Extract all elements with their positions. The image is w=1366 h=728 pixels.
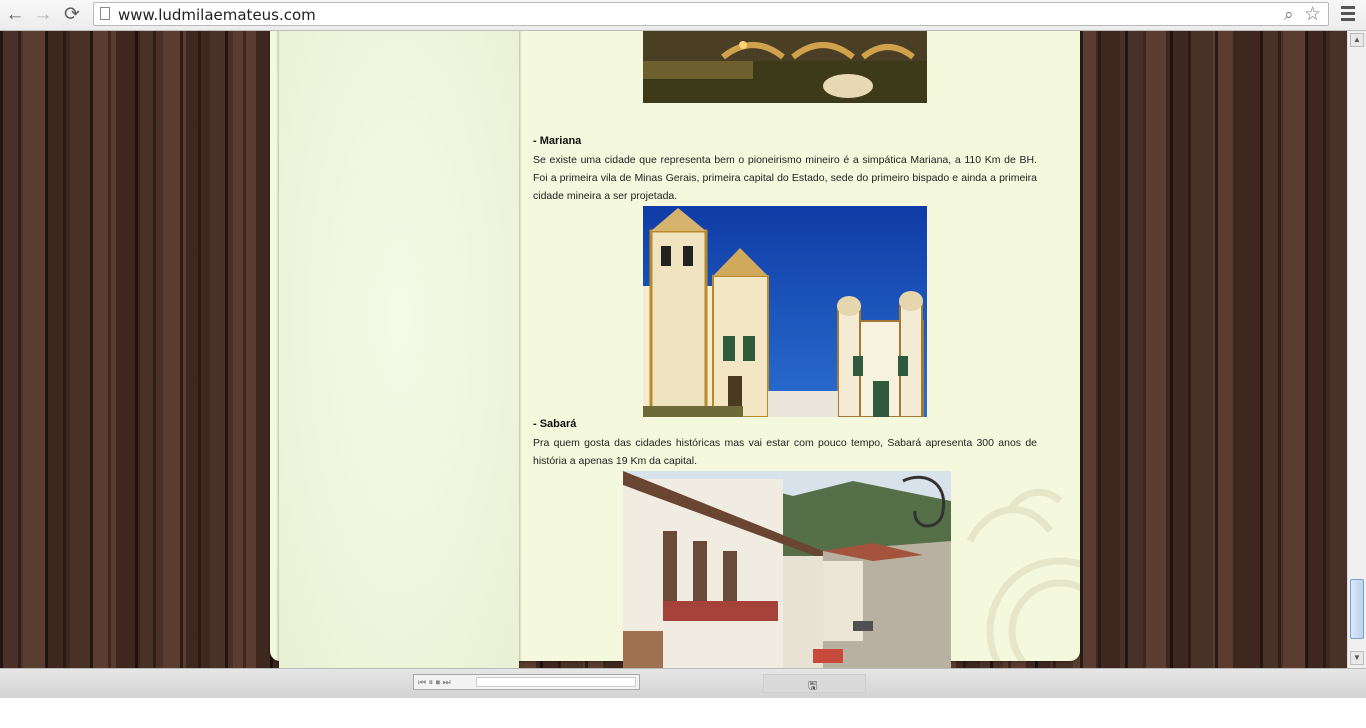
sabara-street-image (623, 471, 951, 668)
mariana-heading: - Mariana (533, 135, 582, 147)
sidebar (279, 31, 519, 668)
content-panel: - Mariana Se existe uma cidade que repre… (270, 31, 1080, 668)
address-url[interactable]: www.ludmilaemateus.com (118, 6, 316, 24)
forward-icon[interactable]: → (32, 4, 54, 26)
media-player[interactable]: ⏮ ⏸ ⏹ ⏭ (413, 674, 640, 690)
scroll-up-arrow-icon[interactable]: ▲ (1350, 33, 1364, 47)
sabara-paragraph: Pra quem gosta das cidades históricas ma… (533, 437, 1037, 467)
night-bridge-image (643, 31, 927, 103)
scroll-down-arrow-icon[interactable]: ▼ (1350, 651, 1364, 665)
swirl-decoration (966, 488, 1080, 661)
bookmark-star-icon[interactable]: ☆ (1304, 3, 1321, 26)
bottom-bar: ⏮ ⏸ ⏹ ⏭ 🖫 (0, 668, 1366, 699)
zoom-icon[interactable]: ⌕ (1284, 5, 1294, 25)
player-progress-track[interactable] (476, 677, 636, 687)
scrollbar-thumb[interactable] (1350, 579, 1364, 639)
browser-toolbar: ← → ⟳ www.ludmilaemateus.com ⌕ ☆ (0, 0, 1366, 31)
save-icon: 🖫 (808, 680, 818, 692)
address-bar[interactable]: www.ludmilaemateus.com ⌕ ☆ (93, 2, 1329, 26)
back-icon[interactable]: ← (4, 4, 26, 26)
reload-icon[interactable]: ⟳ (61, 4, 83, 26)
bottom-strip (0, 698, 1366, 728)
mariana-paragraph: Se existe uma cidade que representa bem … (533, 154, 1037, 202)
mariana-churches-image (643, 206, 927, 417)
page-viewport: - Mariana Se existe uma cidade que repre… (0, 31, 1347, 668)
page-icon (100, 7, 110, 20)
save-button[interactable]: 🖫 (763, 674, 866, 693)
player-controls[interactable]: ⏮ ⏸ ⏹ ⏭ (418, 677, 451, 688)
browser-menu-icon[interactable] (1338, 3, 1358, 25)
sabara-heading: - Sabará (533, 418, 577, 430)
vertical-scrollbar[interactable]: ▲ ▼ (1347, 31, 1366, 668)
